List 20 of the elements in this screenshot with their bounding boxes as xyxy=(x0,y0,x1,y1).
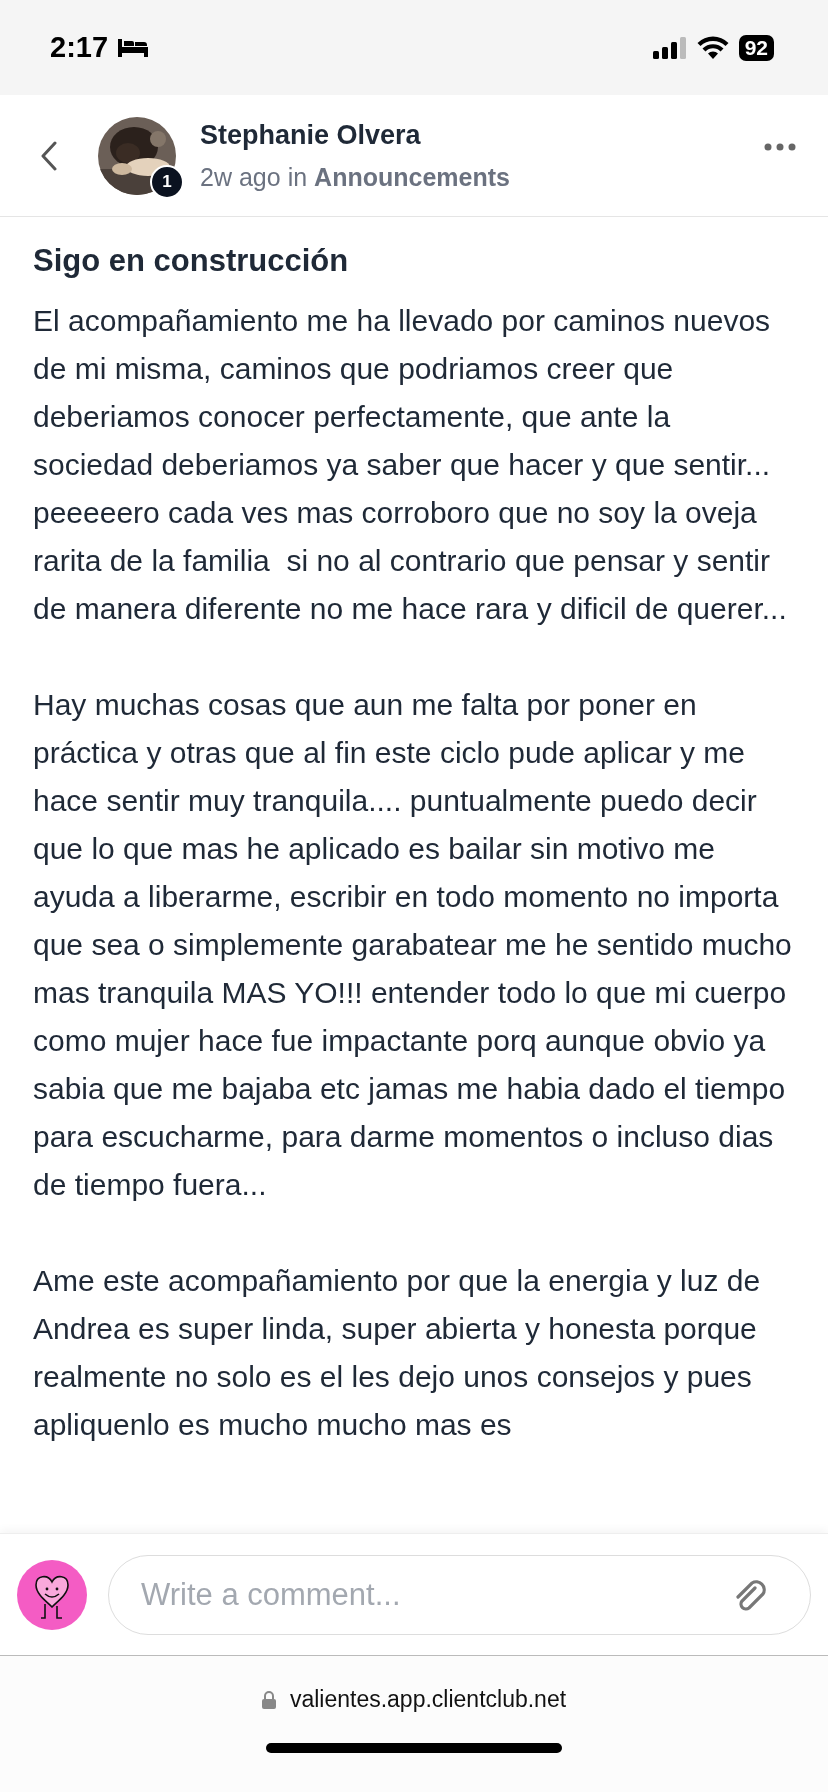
post-time: 2w ago xyxy=(200,162,281,192)
battery-level: 92 xyxy=(738,34,774,61)
back-icon[interactable] xyxy=(40,140,58,171)
wifi-icon xyxy=(696,36,729,59)
post-paragraph: El acompañamiento me ha llevado por caminos nuevos de mi misma, caminos que podriamos creer que deberiamos conocer perfectamente, que ante la sociedad deberiamos ya saber que hacer y que sentir... peeeeero cada ves mas corroboro que no soy la oveja rarita de la familia si no al contrario que pensar y sentir de manera diferente no me hace rara y dificil de querer... xyxy=(33,303,788,627)
post-paragraph: Ame este acompañamiento por que la energia y luz de Andrea es super linda, super abierta y honesta porque realmente no solo es el les dejo unos consejos y pues apliquenlo es mucho mucho mas es xyxy=(33,1263,762,1443)
more-icon[interactable] xyxy=(764,143,796,151)
author-name[interactable]: Stephanie Olvera xyxy=(200,119,764,151)
status-time: 2:17 xyxy=(50,31,109,64)
url-text[interactable]: valientes.app.clientclub.net xyxy=(289,1686,567,1713)
comment-field[interactable]: Write a comment... xyxy=(108,1554,811,1635)
avatar-drawing xyxy=(17,1559,87,1630)
lock-icon xyxy=(261,1690,276,1709)
space-link[interactable]: Announcements xyxy=(314,162,510,192)
signal-icon xyxy=(652,36,687,59)
post-paragraph: Hay muchas cosas que aun me falta por poner en práctica y otras que al fin este ciclo pude aplicar y me hace sentir muy tranquila.... puntualmente puedo decir que lo que mas he aplicado es bailar sin motivo me ayuda a liberarme, escribir en todo momento no importa que sea o simplemente garabatear me he sentido mucho mas tranquila MAS YO!!! entender todo lo que mi cuerpo como mujer hace fue impactante porq aunque obvio ya sabia que me bajaba etc jamas me habia dado el tiempo para escucharme, para darme momentos o incluso dias de tiempo fuera... xyxy=(33,687,793,1203)
in-label: in xyxy=(287,162,308,192)
notification-badge: 1 xyxy=(150,164,184,199)
post-title: Sigo en construcción xyxy=(33,243,350,279)
bed-icon xyxy=(116,36,151,59)
